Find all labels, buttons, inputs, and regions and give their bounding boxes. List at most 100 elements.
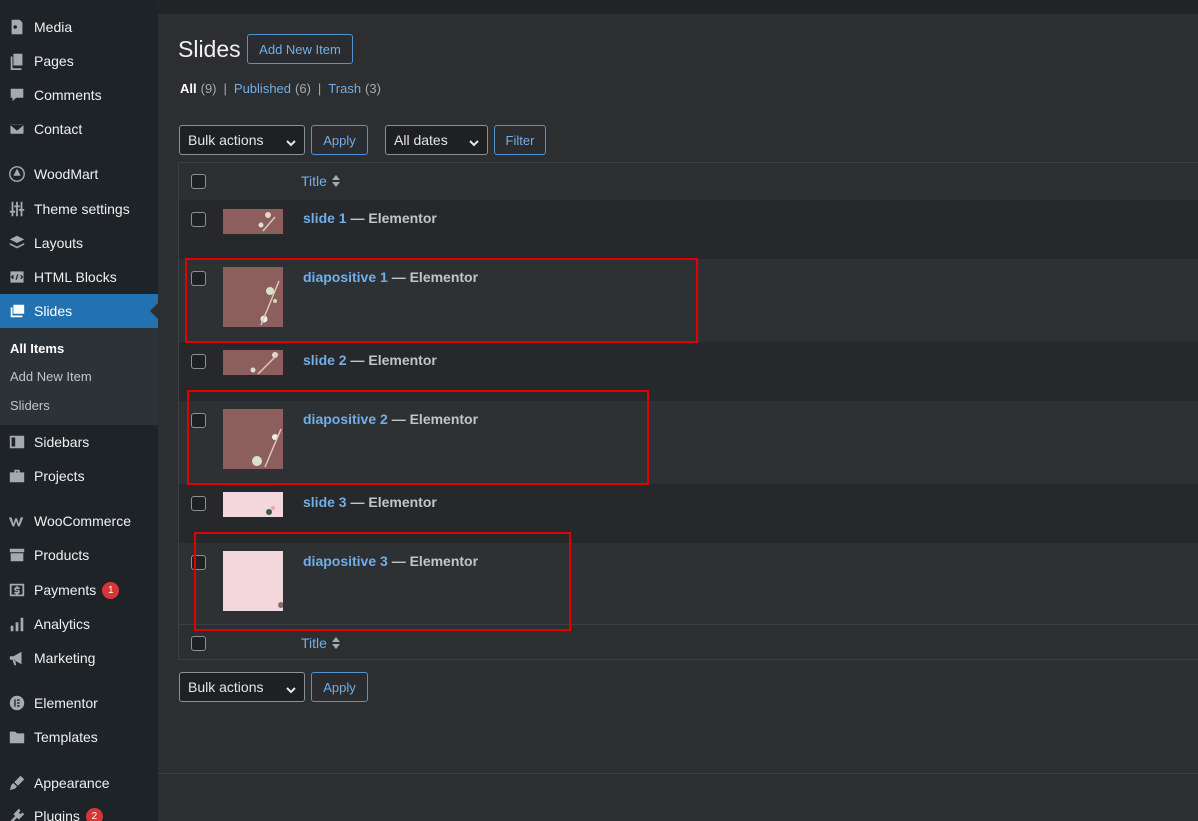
notification-badge: 2 <box>85 807 103 821</box>
row-title-link[interactable]: diapositive 3 <box>303 553 388 569</box>
row-title-link[interactable]: slide 3 <box>303 494 347 510</box>
table-row: diapositive 2 — Elementor <box>179 401 1198 484</box>
sidebar-item-label: Appearance <box>34 775 110 791</box>
sidebar-item-comments[interactable]: Comments <box>0 78 158 112</box>
slide-thumbnail[interactable] <box>223 350 283 375</box>
row-checkbox[interactable] <box>191 354 206 369</box>
folder-icon <box>0 720 34 754</box>
mail-icon <box>0 112 34 146</box>
row-checkbox[interactable] <box>191 496 206 511</box>
sidebar-item-theme-settings[interactable]: Theme settings <box>0 192 158 226</box>
sidebar-item-label: HTML Blocks <box>34 269 117 285</box>
status-filter-links: All (9) | Published (6) | Trash (3) <box>180 81 381 96</box>
row-title-link[interactable]: diapositive 1 <box>303 269 388 285</box>
bulk-actions-select-bottom[interactable]: Bulk actions <box>179 672 305 702</box>
slide-thumbnail[interactable] <box>223 209 283 234</box>
row-checkbox[interactable] <box>191 271 206 286</box>
sidebar-item-analytics[interactable]: Analytics <box>0 607 158 641</box>
sidebar-item-woodmart[interactable]: WoodMart <box>0 157 158 191</box>
row-title: diapositive 3 — Elementor <box>303 553 478 569</box>
sidebar-item-payments[interactable]: Payments 1 <box>0 573 158 607</box>
bar-chart-icon <box>0 607 34 641</box>
sidebar-item-label: Slides <box>34 303 73 319</box>
sidebar-item-label: Sidebars <box>34 434 90 450</box>
paintbrush-icon <box>0 766 34 800</box>
sidebar-item-elementor[interactable]: Elementor <box>0 686 158 720</box>
table-row: diapositive 1 — Elementor <box>179 259 1198 342</box>
filter-separator: | <box>223 81 227 96</box>
sidebar-item-label: WooCommerce <box>34 513 131 529</box>
sidebar-item-media[interactable]: Media <box>0 10 158 44</box>
sidebar-item-marketing[interactable]: Marketing <box>0 641 158 675</box>
dates-value: All dates <box>394 132 448 148</box>
chevron-down-icon <box>469 135 479 147</box>
admin-sidebar: Media Pages Comments Contact WoodMart Th… <box>0 0 158 821</box>
sidebar-item-plugins[interactable]: Plugins 2 <box>0 799 158 821</box>
add-new-item-button[interactable]: Add New Item <box>247 34 353 64</box>
sidebar-item-label: Pages <box>34 53 74 69</box>
submenu-sliders[interactable]: Sliders <box>10 398 50 413</box>
table-row: slide 3 — Elementor <box>179 484 1198 543</box>
sidebar-item-label: Plugins <box>34 808 80 821</box>
woodmart-icon <box>0 157 34 191</box>
sidebar-item-label: Theme settings <box>34 201 130 217</box>
table-row: diapositive 3 — Elementor <box>179 543 1198 624</box>
row-checkbox[interactable] <box>191 413 206 428</box>
slides-icon <box>0 294 34 328</box>
row-checkbox[interactable] <box>191 555 206 570</box>
slides-submenu: All Items Add New Item Sliders <box>0 328 158 425</box>
select-all-checkbox-footer[interactable] <box>191 636 206 651</box>
bulk-actions-value: Bulk actions <box>188 132 264 148</box>
slide-thumbnail[interactable] <box>223 409 283 469</box>
dates-select[interactable]: All dates <box>385 125 488 155</box>
row-checkbox[interactable] <box>191 212 206 227</box>
plugin-icon <box>0 799 34 821</box>
table-row: slide 2 — Elementor <box>179 342 1198 401</box>
title-column-header[interactable]: Title <box>301 173 341 189</box>
row-title-link[interactable]: diapositive 2 <box>303 411 388 427</box>
title-column-footer[interactable]: Title <box>301 635 341 651</box>
select-all-checkbox[interactable] <box>191 174 206 189</box>
notification-badge: 1 <box>102 581 120 599</box>
post-state: — Elementor <box>387 553 479 569</box>
post-state: — Elementor <box>346 210 437 226</box>
sidebar-item-layouts[interactable]: Layouts <box>0 226 158 260</box>
row-title: slide 3 — Elementor <box>303 494 437 510</box>
apply-button[interactable]: Apply <box>311 125 368 155</box>
post-state: — Elementor <box>387 411 479 427</box>
row-title-link[interactable]: slide 1 <box>303 210 347 226</box>
slide-thumbnail[interactable] <box>223 267 283 327</box>
sidebar-item-slides[interactable]: Slides <box>0 294 158 328</box>
dollar-icon <box>0 573 34 607</box>
bulk-actions-select[interactable]: Bulk actions <box>179 125 305 155</box>
filter-trash[interactable]: Trash (3) <box>328 81 381 96</box>
sidebar-item-html-blocks[interactable]: HTML Blocks <box>0 260 158 294</box>
sidebar-item-contact[interactable]: Contact <box>0 112 158 146</box>
sidebar-item-label: Marketing <box>34 650 96 666</box>
megaphone-icon <box>0 641 34 675</box>
sidebar-item-appearance[interactable]: Appearance <box>0 766 158 800</box>
filter-published[interactable]: Published (6) <box>234 81 311 96</box>
submenu-add-new-item[interactable]: Add New Item <box>10 369 92 384</box>
sidebar-item-templates[interactable]: Templates <box>0 720 158 754</box>
slide-thumbnail[interactable] <box>223 492 283 517</box>
page-title: Slides <box>178 36 241 62</box>
sort-icon <box>331 636 341 650</box>
sidebar-item-sidebars[interactable]: Sidebars <box>0 425 158 459</box>
row-title-link[interactable]: slide 2 <box>303 352 347 368</box>
filter-button[interactable]: Filter <box>494 125 546 155</box>
table-footer: Title <box>179 624 1198 661</box>
submenu-all-items[interactable]: All Items <box>10 341 64 356</box>
sidebar-item-woocommerce[interactable]: WooCommerce <box>0 504 158 538</box>
sidebar-item-pages[interactable]: Pages <box>0 44 158 78</box>
row-title: slide 2 — Elementor <box>303 352 437 368</box>
sidebar-item-projects[interactable]: Projects <box>0 459 158 493</box>
layers-icon <box>0 226 34 260</box>
footer-divider <box>158 773 1198 774</box>
sidebar-item-label: Media <box>34 19 73 35</box>
sidebar-item-products[interactable]: Products <box>0 538 158 572</box>
slide-thumbnail[interactable] <box>223 551 283 611</box>
briefcase-icon <box>0 459 34 493</box>
filter-all[interactable]: All (9) <box>180 81 217 96</box>
apply-button-bottom[interactable]: Apply <box>311 672 368 702</box>
